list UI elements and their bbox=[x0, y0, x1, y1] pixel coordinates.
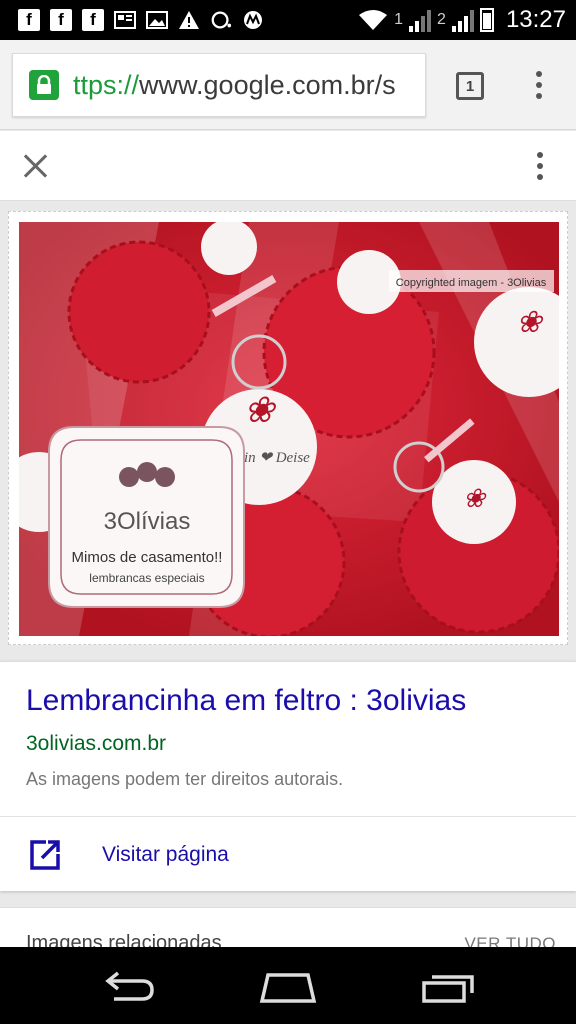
related-images-title: Imagens relacionadas bbox=[26, 932, 222, 947]
svg-text:❀: ❀ bbox=[463, 484, 487, 513]
page-content: ❀ ❀ ❀ Davelin ❤ Deise 3Olívias Mimos de … bbox=[0, 131, 576, 947]
warning-icon bbox=[178, 9, 200, 31]
motorola-icon bbox=[242, 9, 264, 31]
url-text[interactable]: ttps://www.google.com.br/s bbox=[73, 70, 396, 101]
close-icon[interactable] bbox=[22, 153, 48, 179]
url-scheme: ttps:// bbox=[73, 69, 140, 100]
home-button[interactable] bbox=[256, 967, 320, 1007]
tab-switcher-button[interactable]: 1 bbox=[456, 72, 484, 100]
more-options-icon[interactable] bbox=[537, 152, 543, 180]
recents-button[interactable] bbox=[416, 967, 480, 1007]
tab-count: 1 bbox=[465, 77, 475, 95]
visit-page-label: Visitar página bbox=[102, 842, 229, 866]
url-host: www.google.com.br/s bbox=[139, 69, 396, 100]
svg-text:❀: ❀ bbox=[244, 390, 277, 430]
facebook-icon: f bbox=[50, 9, 72, 31]
clock: 13:27 bbox=[505, 6, 566, 33]
back-icon bbox=[105, 971, 154, 1001]
facebook-icon: f bbox=[18, 9, 40, 31]
notification-icons: f f f bbox=[0, 9, 264, 31]
signal-icon bbox=[409, 8, 432, 32]
signal-icon bbox=[451, 8, 474, 32]
related-images-card: Imagens relacionadas VER TUDO bbox=[0, 907, 576, 947]
home-icon bbox=[259, 973, 317, 1003]
chat-icon bbox=[210, 9, 232, 31]
see-all-link[interactable]: VER TUDO bbox=[464, 934, 556, 947]
gallery-icon bbox=[114, 9, 136, 31]
visit-page-button[interactable]: Visitar página bbox=[0, 817, 576, 892]
image-icon bbox=[146, 9, 168, 31]
sim2-label: 2 bbox=[437, 11, 446, 28]
image-preview-card: ❀ ❀ ❀ Davelin ❤ Deise 3Olívias Mimos de … bbox=[8, 211, 568, 645]
preview-image[interactable]: ❀ ❀ ❀ Davelin ❤ Deise 3Olívias Mimos de … bbox=[19, 222, 559, 636]
open-external-icon bbox=[30, 839, 60, 870]
result-card: Lembrancinha em feltro : 3olivias 3olivi… bbox=[0, 661, 576, 891]
wifi-icon bbox=[359, 10, 388, 30]
image-brand: 3Olívias bbox=[104, 508, 191, 535]
copyright-note: As imagens podem ter direitos autorais. bbox=[26, 769, 344, 789]
navigation-bar bbox=[0, 947, 576, 1024]
facebook-icon: f bbox=[82, 9, 104, 31]
sim1-label: 1 bbox=[394, 11, 404, 28]
system-indicators: 1 2 13:27 bbox=[358, 6, 576, 34]
result-domain: 3olivias.com.br bbox=[26, 732, 167, 755]
image-tagline: Mimos de casamento!! bbox=[72, 549, 223, 566]
back-button[interactable] bbox=[96, 967, 160, 1007]
svg-text:❀: ❀ bbox=[516, 306, 543, 339]
image-subtagline: lembrancas especiais bbox=[89, 571, 204, 585]
image-viewer-header bbox=[0, 131, 576, 201]
lock-icon bbox=[29, 70, 59, 100]
status-bar: f f f 1 2 13:27 bbox=[0, 0, 576, 40]
recents-icon bbox=[422, 975, 474, 1003]
browser-toolbar: ttps://www.google.com.br/s 1 bbox=[0, 40, 576, 130]
result-title[interactable]: Lembrancinha em feltro : 3olivias bbox=[26, 684, 466, 718]
battery-icon bbox=[479, 8, 494, 32]
browser-menu-icon[interactable] bbox=[536, 71, 542, 99]
url-bar[interactable]: ttps://www.google.com.br/s bbox=[12, 53, 426, 117]
image-watermark: Copyrighted imagem - 3Olivias bbox=[396, 277, 547, 289]
